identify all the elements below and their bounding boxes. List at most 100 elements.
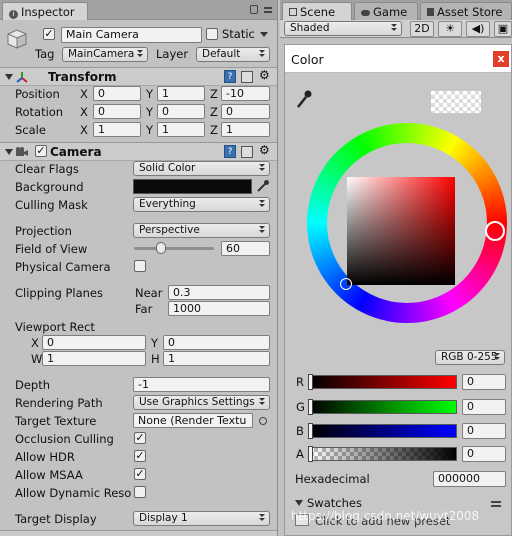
- camera-header[interactable]: ✓ Camera ? ⚙: [0, 142, 277, 161]
- eyedropper-icon[interactable]: [295, 89, 313, 112]
- camera-enabled-checkbox[interactable]: ✓: [35, 145, 47, 157]
- axis-w-label[interactable]: W: [31, 352, 42, 366]
- g-field[interactable]: 0: [462, 399, 506, 415]
- fov-slider-handle[interactable]: [156, 242, 166, 254]
- shading-dropdown[interactable]: Shaded: [284, 21, 402, 36]
- axis-y-label[interactable]: Y: [146, 123, 153, 137]
- eyedropper-icon[interactable]: [256, 179, 270, 196]
- near-label[interactable]: Near: [135, 286, 162, 300]
- tab-asset-store[interactable]: Asset Store: [420, 2, 512, 20]
- camera-foldout-icon[interactable]: [5, 149, 13, 155]
- viewport-x-field[interactable]: 0: [42, 335, 146, 350]
- gear-icon[interactable]: ⚙: [259, 143, 270, 157]
- viewport-h-field[interactable]: 1: [163, 351, 270, 366]
- hex-field[interactable]: 000000: [433, 471, 506, 487]
- color-mode-dropdown[interactable]: RGB 0-255: [435, 350, 505, 365]
- tab-inspector[interactable]: i Inspector: [2, 2, 88, 20]
- tag-dropdown[interactable]: MainCamera: [62, 47, 148, 62]
- position-z-field[interactable]: -10: [221, 86, 270, 101]
- a-field[interactable]: 0: [462, 446, 506, 462]
- b-field[interactable]: 0: [462, 423, 506, 439]
- target-texture-field[interactable]: None (Render Textu: [133, 413, 253, 428]
- rotation-y-field[interactable]: 0: [157, 104, 205, 119]
- gear-icon[interactable]: ⚙: [259, 68, 270, 82]
- axis-z-label[interactable]: Z: [210, 87, 218, 101]
- b-slider-knob[interactable]: [308, 423, 313, 439]
- object-name-input[interactable]: Main Camera: [61, 27, 202, 43]
- clear-flags-dropdown[interactable]: Solid Color: [133, 161, 270, 176]
- far-label[interactable]: Far: [135, 302, 152, 316]
- active-checkbox[interactable]: ✓: [43, 28, 55, 40]
- allow-dynamic-reso-checkbox[interactable]: [134, 486, 146, 498]
- swatches-menu-icon[interactable]: [491, 501, 501, 507]
- viewport-w-field[interactable]: 1: [42, 351, 146, 366]
- fov-slider-track[interactable]: [134, 247, 214, 250]
- saturation-value-handle[interactable]: [340, 278, 352, 290]
- allow-hdr-checkbox[interactable]: ✓: [134, 450, 146, 462]
- background-color-swatch[interactable]: [133, 179, 252, 194]
- swatches-foldout-icon[interactable]: [295, 500, 303, 506]
- culling-mask-dropdown[interactable]: Everything: [133, 197, 270, 212]
- help-icon[interactable]: ?: [224, 145, 236, 158]
- position-x-field[interactable]: 0: [93, 86, 141, 101]
- axis-x-label[interactable]: X: [80, 105, 88, 119]
- preset-icon[interactable]: [241, 71, 253, 83]
- projection-dropdown[interactable]: Perspective: [133, 223, 270, 238]
- preset-icon[interactable]: [241, 146, 253, 158]
- near-field[interactable]: 0.3: [168, 285, 270, 300]
- occlusion-culling-checkbox[interactable]: ✓: [134, 432, 146, 444]
- scale-y-field[interactable]: 1: [157, 122, 205, 137]
- swatches-label[interactable]: Swatches: [307, 496, 362, 510]
- static-checkbox[interactable]: [206, 28, 218, 40]
- far-field[interactable]: 1000: [168, 301, 270, 316]
- scale-z-field[interactable]: 1: [221, 122, 270, 137]
- r-field[interactable]: 0: [462, 374, 506, 390]
- axis-x-label[interactable]: X: [31, 336, 39, 350]
- saturation-value-square[interactable]: [347, 177, 455, 285]
- lighting-toggle-button[interactable]: ☀: [438, 21, 462, 37]
- static-dropdown-arrow[interactable]: [260, 32, 268, 37]
- rendering-path-dropdown[interactable]: Use Graphics Settings: [133, 395, 270, 410]
- tab-game[interactable]: Game: [354, 2, 418, 20]
- axis-z-label[interactable]: Z: [210, 123, 218, 137]
- r-slider[interactable]: [308, 374, 457, 390]
- g-slider-knob[interactable]: [308, 399, 313, 415]
- effects-toggle-button[interactable]: ▣: [494, 21, 512, 37]
- axis-h-label[interactable]: H: [151, 352, 160, 366]
- transform-header[interactable]: Transform ? ⚙: [0, 67, 277, 86]
- close-button[interactable]: x: [493, 51, 509, 67]
- r-slider-knob[interactable]: [308, 374, 313, 390]
- target-display-dropdown[interactable]: Display 1: [133, 511, 270, 526]
- axis-y-label[interactable]: Y: [151, 336, 158, 350]
- 2d-toggle-button[interactable]: 2D: [410, 21, 434, 37]
- rotation-z-field[interactable]: 0: [221, 104, 270, 119]
- axis-y-label[interactable]: Y: [146, 87, 153, 101]
- b-slider[interactable]: [308, 423, 457, 439]
- fov-field[interactable]: 60: [221, 241, 270, 256]
- tab-scene[interactable]: Scene: [282, 2, 352, 20]
- lock-icon[interactable]: [250, 5, 258, 14]
- a-slider[interactable]: [308, 446, 457, 462]
- next-component-header[interactable]: [0, 530, 277, 536]
- scale-x-field[interactable]: 1: [93, 122, 141, 137]
- audio-toggle-button[interactable]: ◀): [466, 21, 490, 37]
- g-slider[interactable]: [308, 399, 457, 415]
- object-picker-icon[interactable]: [259, 417, 267, 425]
- rotation-x-field[interactable]: 0: [93, 104, 141, 119]
- axis-z-label[interactable]: Z: [210, 105, 218, 119]
- allow-msaa-checkbox[interactable]: ✓: [134, 468, 146, 480]
- viewport-y-field[interactable]: 0: [163, 335, 270, 350]
- physical-camera-checkbox[interactable]: [134, 260, 146, 272]
- axis-x-label[interactable]: X: [80, 123, 88, 137]
- hue-handle[interactable]: [485, 221, 505, 241]
- depth-field[interactable]: -1: [133, 377, 270, 392]
- axis-x-label[interactable]: X: [80, 87, 88, 101]
- menu-icon[interactable]: [264, 7, 272, 13]
- axis-y-label[interactable]: Y: [146, 105, 153, 119]
- color-window-titlebar[interactable]: Color x: [285, 45, 511, 73]
- layer-dropdown[interactable]: Default: [196, 47, 270, 62]
- help-icon[interactable]: ?: [224, 70, 236, 83]
- transform-foldout-icon[interactable]: [5, 74, 13, 80]
- a-slider-knob[interactable]: [308, 446, 313, 462]
- position-y-field[interactable]: 1: [157, 86, 205, 101]
